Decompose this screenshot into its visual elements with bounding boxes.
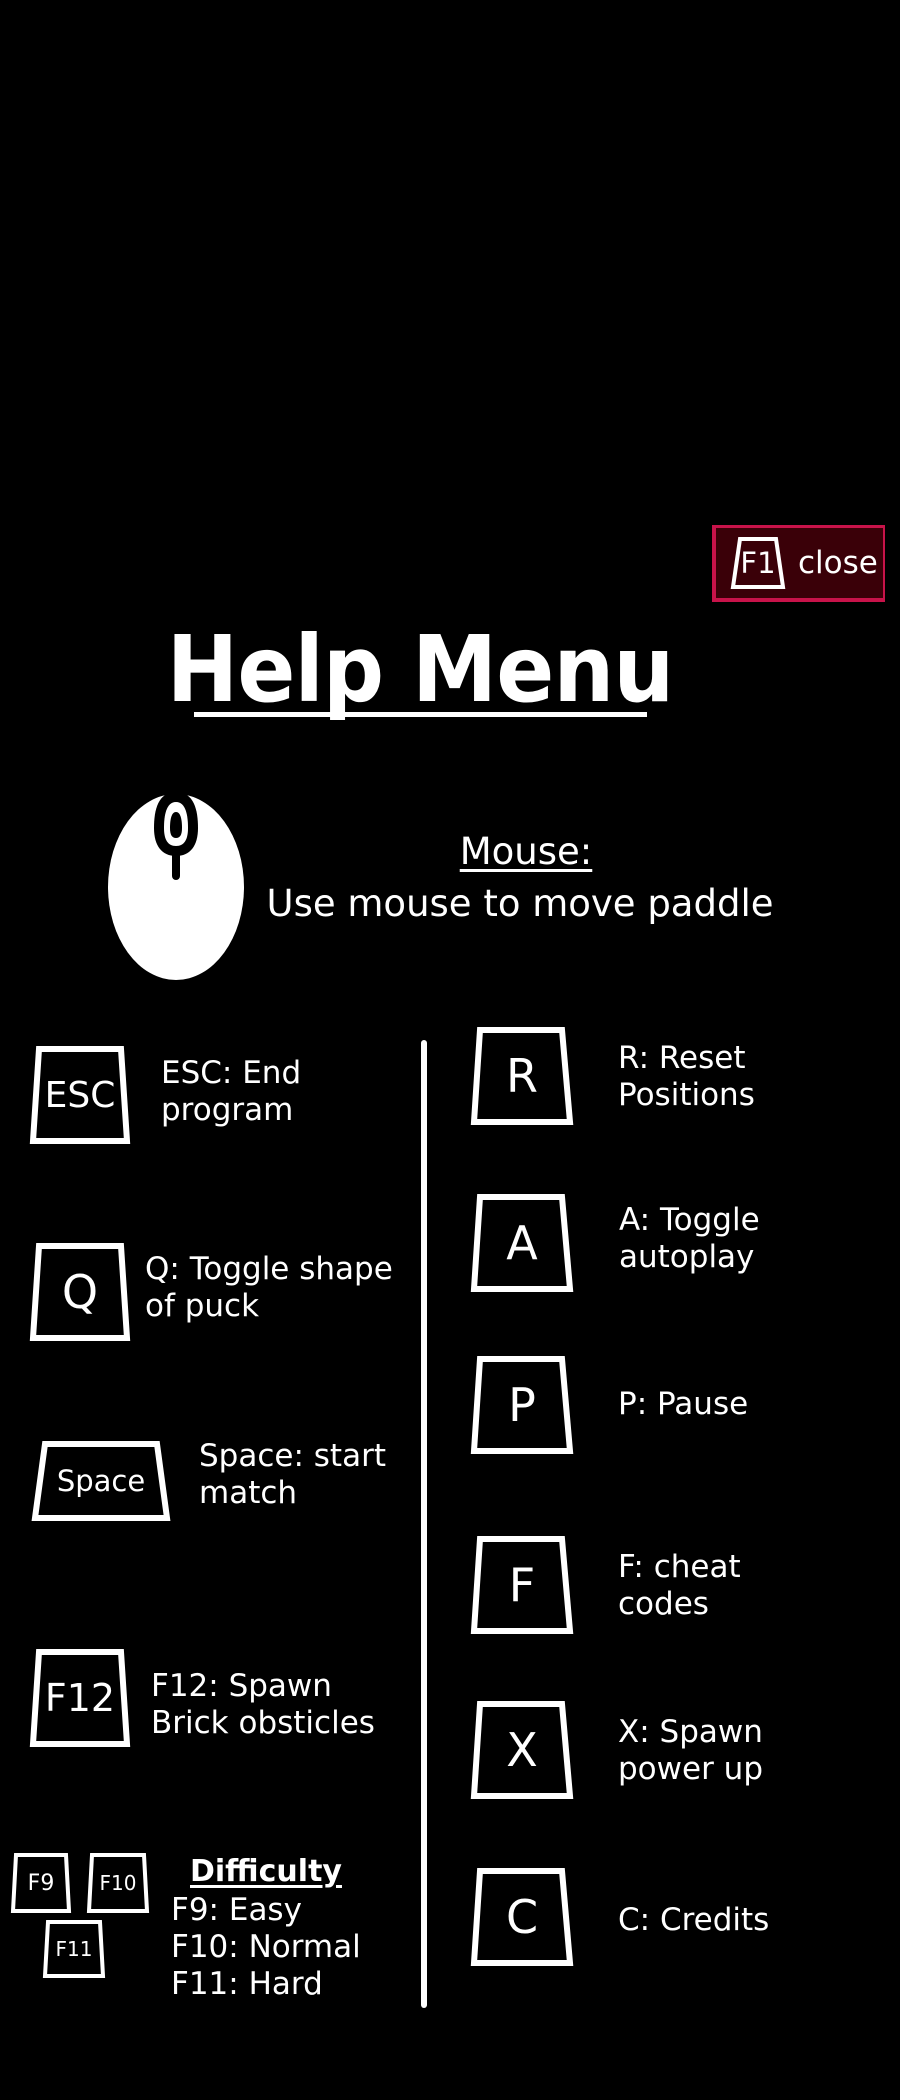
- a-description: A: Toggle autoplay: [619, 1202, 760, 1276]
- f12-key-icon: F12: [29, 1648, 131, 1748]
- p-key-icon: P: [470, 1355, 574, 1455]
- space-description-line1: Space: start: [199, 1438, 386, 1474]
- mouse-icon: [106, 788, 246, 984]
- f-description: F: cheat codes: [618, 1549, 741, 1623]
- p-description: P: Pause: [618, 1386, 748, 1423]
- q-description-line1: Q: Toggle shape: [145, 1251, 393, 1287]
- f10-key-icon: F10: [86, 1852, 150, 1914]
- x-description: X: Spawn power up: [618, 1714, 763, 1788]
- r-description: R: Reset Positions: [618, 1040, 755, 1114]
- q-description-line2: of puck: [145, 1288, 260, 1324]
- a-key-icon: A: [470, 1193, 574, 1293]
- title-underline: [194, 712, 647, 717]
- c-key-icon: C: [470, 1867, 574, 1967]
- q-key-icon: Q: [29, 1242, 131, 1342]
- mouse-description: Use mouse to move paddle: [266, 882, 774, 925]
- esc-description-line1: ESC: End: [161, 1055, 302, 1091]
- f-description-line2: codes: [618, 1586, 709, 1622]
- x-description-line1: X: Spawn: [618, 1714, 763, 1750]
- f1-key-icon: F1: [730, 536, 786, 590]
- p-description-line1: P: Pause: [618, 1386, 749, 1422]
- mouse-heading: Mouse:: [459, 830, 593, 873]
- f12-description-line2: Brick obsticles: [151, 1705, 375, 1741]
- f-key-icon: F: [470, 1535, 574, 1635]
- difficulty-hard: F11: Hard: [171, 1966, 323, 2002]
- difficulty-easy: F9: Easy: [171, 1892, 302, 1928]
- x-key-icon: X: [470, 1700, 574, 1800]
- c-description-line1: C: Credits: [618, 1902, 770, 1938]
- space-description-line2: match: [199, 1475, 298, 1511]
- difficulty-heading: Difficulty: [190, 1854, 342, 1889]
- x-description-line2: power up: [618, 1751, 763, 1787]
- esc-description: ESC: End program: [161, 1055, 301, 1129]
- r-key-icon: R: [470, 1026, 574, 1126]
- page-title: Help Menu: [166, 616, 675, 723]
- column-divider: [421, 1040, 427, 2008]
- r-description-line2: Positions: [618, 1077, 755, 1113]
- f12-description: F12: Spawn Brick obsticles: [151, 1668, 375, 1742]
- f11-key-icon: F11: [42, 1919, 106, 1979]
- close-label: close: [798, 545, 878, 581]
- space-description: Space: start match: [199, 1438, 386, 1512]
- r-description-line1: R: Reset: [618, 1040, 746, 1076]
- f12-description-line1: F12: Spawn: [151, 1668, 332, 1704]
- difficulty-normal: F10: Normal: [171, 1929, 361, 1965]
- q-description: Q: Toggle shape of puck: [145, 1251, 393, 1325]
- esc-description-line2: program: [161, 1092, 294, 1128]
- f9-key-icon: F9: [10, 1852, 72, 1914]
- a-description-line1: A: Toggle: [619, 1202, 760, 1238]
- space-key-icon: Space: [31, 1440, 171, 1522]
- c-description: C: Credits: [618, 1902, 769, 1939]
- esc-key-icon: ESC: [29, 1045, 131, 1145]
- a-description-line2: autoplay: [619, 1239, 755, 1275]
- f-description-line1: F: cheat: [618, 1549, 741, 1585]
- close-button[interactable]: F1 close: [712, 525, 885, 602]
